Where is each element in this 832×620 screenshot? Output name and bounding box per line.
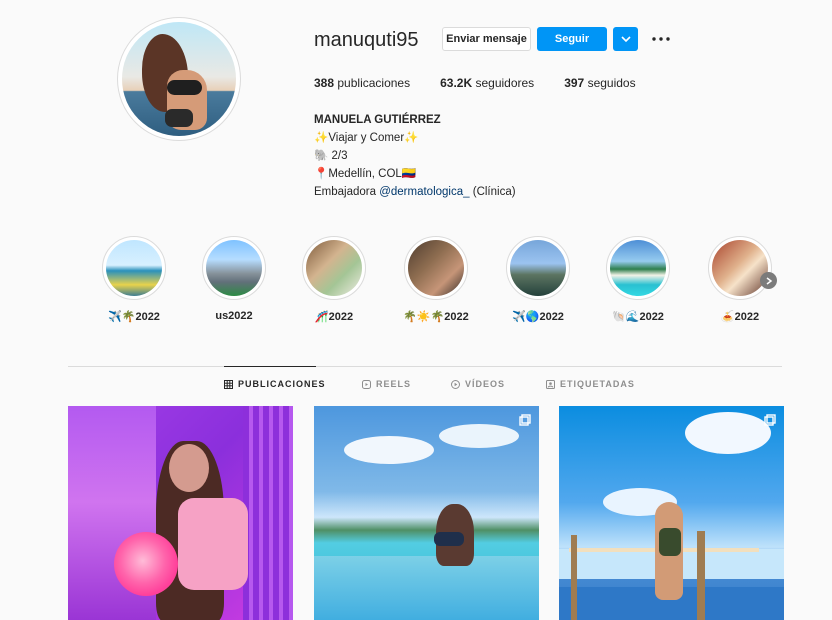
avatar-shorts bbox=[165, 109, 193, 127]
follow-button[interactable]: Seguir bbox=[537, 27, 607, 51]
post-thumbnail[interactable] bbox=[68, 406, 293, 620]
chevron-right-icon bbox=[766, 276, 772, 285]
post-thumbnail[interactable] bbox=[559, 406, 784, 620]
carousel-icon bbox=[519, 414, 531, 426]
tab-tagged-label: ETIQUETADAS bbox=[560, 379, 635, 389]
story-highlight-label: ✈️🌴2022 bbox=[108, 311, 160, 323]
tab-videos-label: VÍDEOS bbox=[465, 379, 506, 389]
profile-bio: MANUELA GUTIÉRREZ ✨Viajar y Comer✨ 🐘 2/3… bbox=[314, 111, 516, 201]
tab-posts-label: PUBLICACIONES bbox=[238, 379, 326, 389]
story-highlight[interactable]: us2022 bbox=[194, 236, 274, 322]
story-highlight-ring bbox=[404, 236, 468, 300]
post-thumbnail[interactable] bbox=[314, 406, 539, 620]
story-highlight-ring bbox=[506, 236, 570, 300]
bio-name: MANUELA GUTIÉRREZ bbox=[314, 114, 441, 126]
chevron-down-icon bbox=[620, 36, 631, 43]
story-highlight-ring bbox=[102, 236, 166, 300]
story-highlight-label: 🍝2022 bbox=[720, 311, 760, 323]
post-cloud bbox=[344, 436, 434, 464]
following-count: 397 bbox=[564, 76, 585, 90]
more-options-button[interactable] bbox=[650, 28, 672, 50]
posts-count: 388 bbox=[314, 76, 335, 90]
post-window bbox=[243, 406, 293, 620]
story-highlight-label: ✈️🌎2022 bbox=[512, 311, 564, 323]
carousel-icon bbox=[764, 414, 776, 426]
story-highlight-ring bbox=[708, 236, 772, 300]
tagged-icon bbox=[546, 379, 555, 389]
bio-line-2: 🐘 2/3 bbox=[314, 150, 348, 162]
post-railing-post bbox=[571, 535, 577, 620]
bio-line-3: 📍Medellín, COL🇨🇴 bbox=[314, 168, 417, 180]
tab-posts[interactable]: PUBLICACIONES bbox=[224, 379, 326, 389]
following-label: seguidos bbox=[587, 76, 636, 90]
highlights-next-button[interactable] bbox=[760, 272, 777, 289]
post-swimsuit bbox=[434, 532, 464, 546]
tab-reels[interactable]: REELS bbox=[362, 379, 411, 389]
story-highlight-image bbox=[712, 240, 768, 296]
story-highlight[interactable]: 🎢2022 bbox=[294, 236, 374, 323]
avatar-top bbox=[167, 80, 202, 95]
bio-line-1: ✨Viajar y Comer✨ bbox=[314, 132, 419, 144]
profile-stats: 388 publicaciones 63.2K seguidores 397 s… bbox=[314, 76, 636, 90]
send-message-button[interactable]: Enviar mensaje bbox=[442, 27, 531, 51]
story-highlight[interactable]: 🐚🌊2022 bbox=[598, 236, 678, 323]
post-cloud bbox=[439, 424, 519, 448]
story-highlight-image bbox=[408, 240, 464, 296]
post-pool bbox=[314, 556, 539, 620]
avatar-image bbox=[122, 22, 236, 136]
post-railing-post bbox=[697, 531, 705, 620]
story-highlight-ring bbox=[606, 236, 670, 300]
profile-avatar[interactable] bbox=[117, 17, 241, 141]
posts-stat: 388 publicaciones bbox=[314, 76, 410, 90]
video-icon bbox=[451, 379, 460, 389]
tabs-divider bbox=[68, 366, 782, 367]
story-highlight[interactable]: ✈️🌴2022 bbox=[94, 236, 174, 323]
story-highlight-ring bbox=[302, 236, 366, 300]
grid-icon bbox=[224, 379, 233, 389]
story-highlight[interactable]: 🌴☀️🌴2022 bbox=[396, 236, 476, 323]
reels-icon bbox=[362, 379, 371, 389]
story-highlight-image bbox=[306, 240, 362, 296]
story-highlight-image bbox=[610, 240, 666, 296]
story-highlight-label: 🎢2022 bbox=[314, 311, 354, 323]
following-stat[interactable]: 397 seguidos bbox=[564, 76, 635, 90]
profile-username: manuquti95 bbox=[314, 29, 419, 51]
active-tab-indicator bbox=[224, 366, 316, 367]
follow-options-button[interactable] bbox=[613, 27, 638, 51]
bio-line-4: Embajadora @dermatologica_ (Clínica) bbox=[314, 183, 516, 201]
story-highlight-image bbox=[510, 240, 566, 296]
post-cloud bbox=[685, 412, 771, 454]
bio-mention-link[interactable]: @dermatologica_ bbox=[379, 186, 469, 198]
bio-line-4-prefix: Embajadora bbox=[314, 186, 377, 198]
tab-reels-label: REELS bbox=[376, 379, 412, 389]
post-swimsuit bbox=[659, 528, 681, 556]
followers-count: 63.2K bbox=[440, 76, 473, 90]
story-highlight[interactable]: ✈️🌎2022 bbox=[498, 236, 578, 323]
tab-tagged[interactable]: ETIQUETADAS bbox=[546, 379, 635, 389]
story-highlight-image bbox=[206, 240, 262, 296]
post-drink-bowl bbox=[114, 532, 178, 596]
story-highlight-image bbox=[106, 240, 162, 296]
post-person-body bbox=[178, 498, 248, 590]
story-highlight-ring bbox=[202, 236, 266, 300]
followers-stat[interactable]: 63.2K seguidores bbox=[440, 76, 534, 90]
story-highlight-label: 🐚🌊2022 bbox=[612, 311, 664, 323]
bio-line-4-suffix: (Clínica) bbox=[472, 186, 516, 198]
followers-label: seguidores bbox=[475, 76, 535, 90]
posts-label: publicaciones bbox=[337, 76, 411, 90]
story-highlight-label: us2022 bbox=[215, 310, 253, 322]
tab-videos[interactable]: VÍDEOS bbox=[451, 379, 505, 389]
post-person-face bbox=[169, 444, 209, 492]
story-highlight-label: 🌴☀️🌴2022 bbox=[403, 311, 469, 323]
more-horizontal-icon bbox=[652, 37, 670, 41]
